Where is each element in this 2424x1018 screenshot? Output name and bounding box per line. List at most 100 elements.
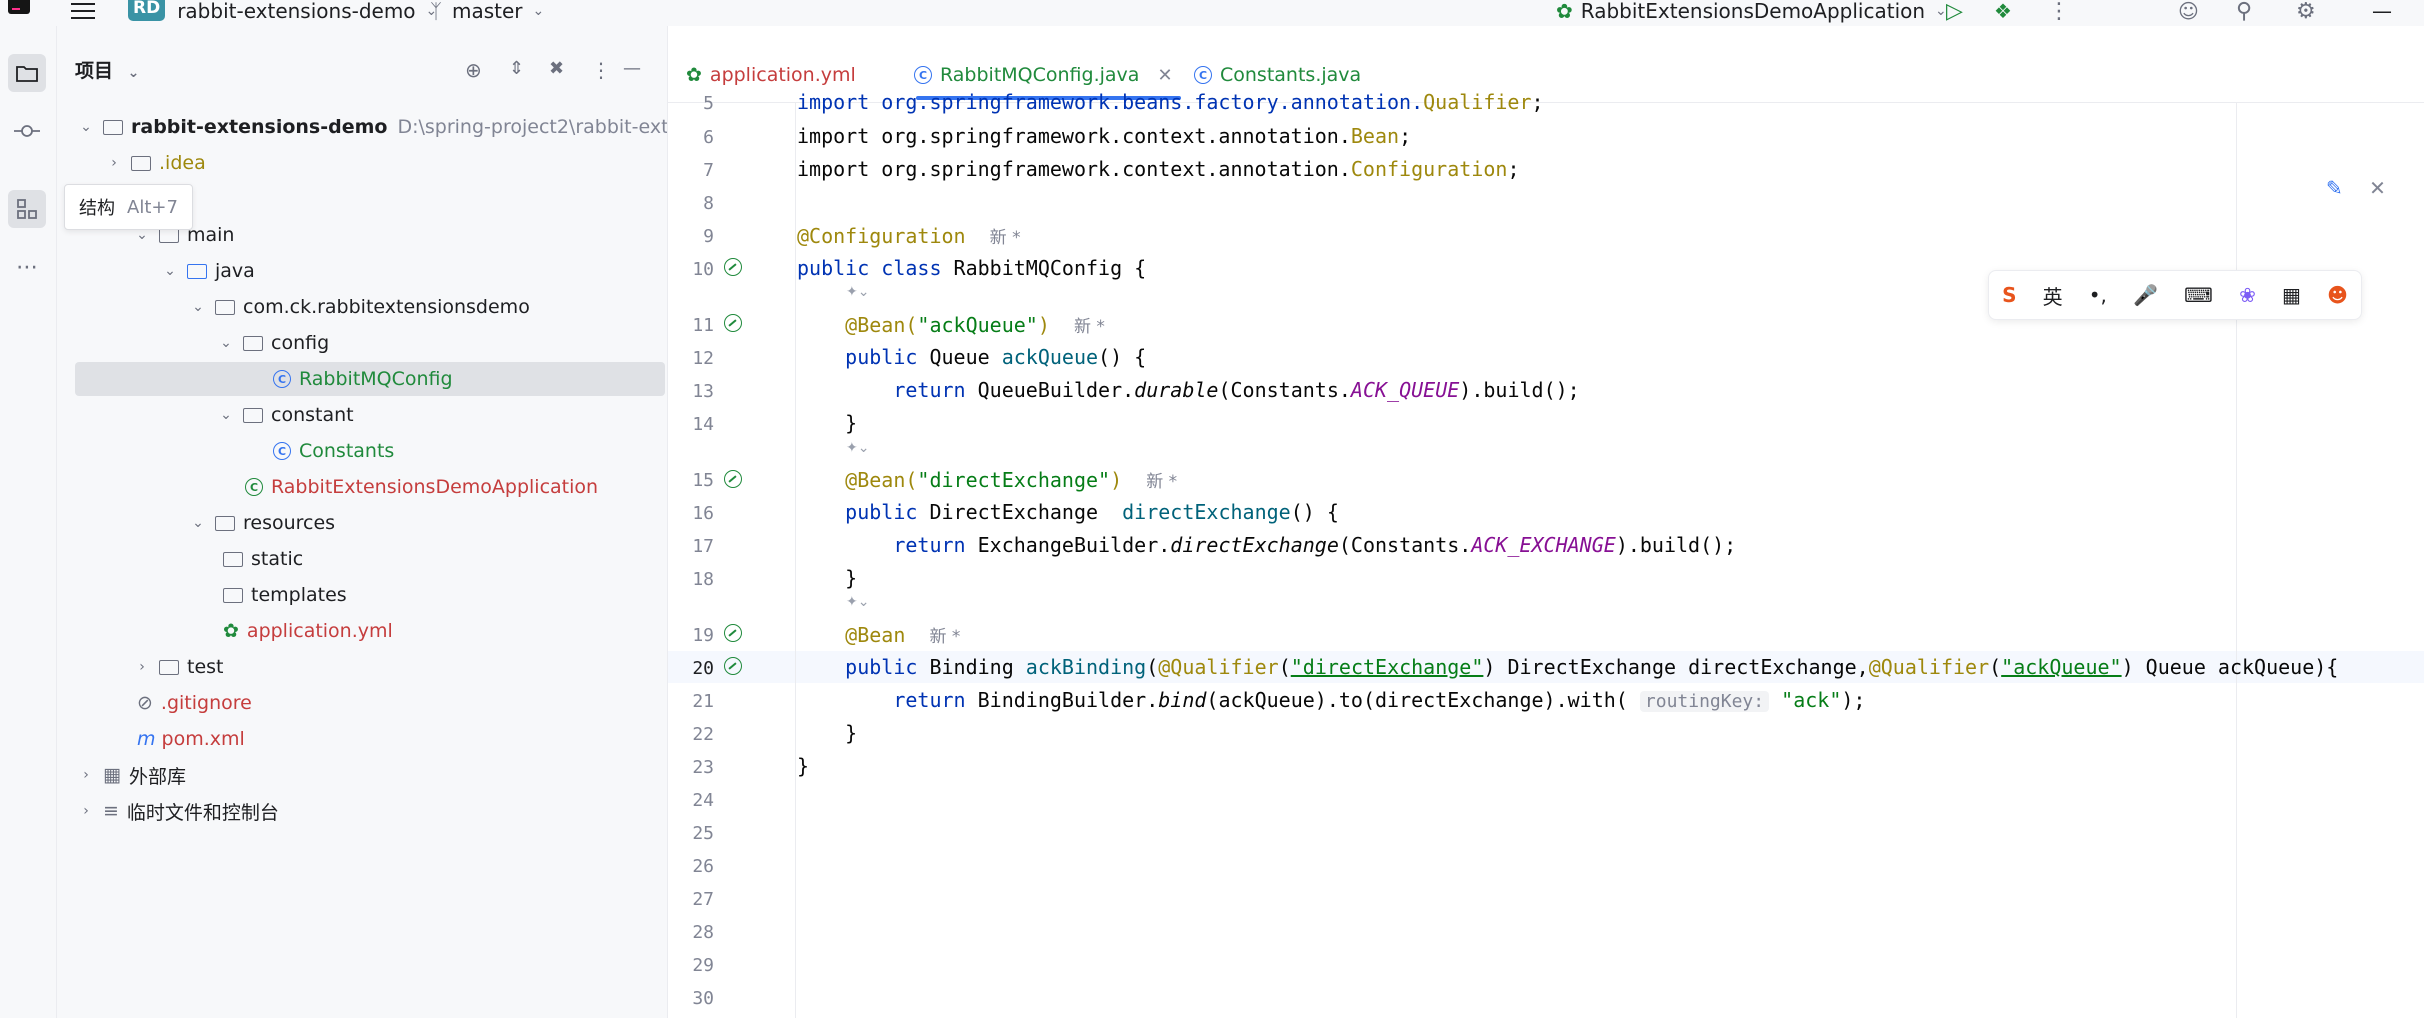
tab-rabbitmqconfig[interactable]: C RabbitMQConfig.java ✕	[914, 60, 1173, 90]
tree-item-gitignore[interactable]: ⊘ .gitignore	[137, 686, 252, 720]
tree-item-pom[interactable]: m pom.xml	[137, 722, 245, 756]
tab-constants[interactable]: C Constants.java	[1194, 60, 1361, 90]
bean-gutter-icon[interactable]	[724, 470, 742, 488]
line-number[interactable]: 28	[668, 922, 714, 943]
microphone-icon[interactable]: 🎤	[2133, 283, 2158, 307]
project-tool-button[interactable]	[8, 54, 46, 92]
ai-hint-icon[interactable]: ✦⌄	[846, 284, 869, 300]
tree-item-resources[interactable]: ⌄ resources	[191, 506, 335, 540]
mascot-icon[interactable]: ☻	[2327, 283, 2348, 307]
line-number[interactable]: 30	[668, 988, 714, 1009]
reader-mode-icon[interactable]: ✎	[2326, 176, 2343, 200]
tree-item-external-libs[interactable]: › ▦ 外部库	[79, 758, 186, 792]
tree-item-templates[interactable]: templates	[223, 578, 347, 612]
chevron-down-icon[interactable]: ⌄	[191, 515, 205, 531]
tree-item-config[interactable]: ⌄ config	[219, 326, 329, 360]
bean-gutter-icon[interactable]	[724, 258, 742, 276]
line-number[interactable]: 26	[668, 856, 714, 877]
line-number[interactable]: 27	[668, 889, 714, 910]
main-menu-icon[interactable]	[70, 0, 96, 22]
hide-panel-icon[interactable]: —	[623, 58, 641, 79]
bean-gutter-icon[interactable]	[724, 624, 742, 642]
chevron-right-icon[interactable]: ›	[135, 659, 149, 675]
line-number[interactable]: 17	[668, 536, 714, 557]
close-icon[interactable]: ✕	[2369, 176, 2386, 200]
add-user-icon[interactable]: ☺	[2178, 0, 2199, 23]
tab-application-yml[interactable]: ✿ application.yml	[686, 60, 856, 90]
tree-item-scratches[interactable]: › ≡ 临时文件和控制台	[79, 794, 279, 828]
minimize-window-icon[interactable]: —	[2372, 0, 2392, 23]
line-number[interactable]: 23	[668, 757, 714, 778]
toolbox-icon[interactable]: ▦	[2282, 283, 2301, 307]
intellij-logo-icon[interactable]	[8, 0, 30, 14]
chevron-down-icon[interactable]: ⌄	[79, 119, 93, 135]
line-number[interactable]: 5	[668, 93, 714, 114]
settings-gear-icon[interactable]: ⚙	[2296, 0, 2316, 24]
tree-item-java[interactable]: ⌄ java	[163, 254, 255, 288]
chevron-down-icon[interactable]: ⌄	[219, 407, 233, 423]
more-tool-windows-icon[interactable]: ⋯	[8, 248, 46, 286]
line-number[interactable]: 22	[668, 724, 714, 745]
tree-item-application-class[interactable]: C RabbitExtensionsDemoApplication	[245, 470, 598, 504]
branch-selector[interactable]: ᛉ master ⌄	[430, 0, 544, 23]
line-number[interactable]: 8	[668, 193, 714, 214]
project-selector[interactable]: RD rabbit-extensions-demo ⌄	[128, 0, 437, 23]
collapse-all-icon[interactable]: ✖	[549, 58, 564, 79]
line-number[interactable]: 13	[668, 381, 714, 402]
tree-item-constants[interactable]: C Constants	[273, 434, 394, 468]
chevron-right-icon[interactable]: ›	[107, 155, 121, 171]
close-tab-icon[interactable]: ✕	[1157, 65, 1172, 86]
chevron-right-icon[interactable]: ›	[79, 767, 93, 783]
project-panel-title[interactable]: 项目 ⌄	[75, 56, 139, 83]
tree-item-package[interactable]: ⌄ com.ck.rabbitextensionsdemo	[191, 290, 530, 324]
expand-all-icon[interactable]: ⇕	[509, 58, 524, 79]
run-icon[interactable]: ▷	[1946, 0, 1963, 24]
line-number[interactable]: 11	[668, 315, 714, 336]
locate-file-icon[interactable]: ⊕	[465, 58, 482, 82]
line-number[interactable]: 10	[668, 259, 714, 280]
line-number[interactable]: 16	[668, 503, 714, 524]
chevron-down-icon[interactable]: ⌄	[219, 335, 233, 351]
chevron-down-icon[interactable]: ⌄	[191, 299, 205, 315]
ai-hint-icon[interactable]: ✦⌄	[846, 594, 869, 610]
keyboard-icon[interactable]: ⌨	[2184, 283, 2213, 307]
run-config-selector[interactable]: ✿ RabbitExtensionsDemoApplication ⌄	[1556, 0, 1947, 23]
chevron-down-icon[interactable]: ⌄	[163, 263, 177, 279]
punctuation-icon[interactable]: •,	[2089, 283, 2107, 307]
options-icon[interactable]: ⋮	[591, 58, 611, 82]
tree-item-static[interactable]: static	[223, 542, 303, 576]
line-number[interactable]: 29	[668, 955, 714, 976]
line-number[interactable]: 15	[668, 470, 714, 491]
line-number[interactable]: 14	[668, 414, 714, 435]
debug-icon[interactable]: ❖	[1994, 0, 2012, 23]
line-number[interactable]: 21	[668, 691, 714, 712]
line-number[interactable]: 7	[668, 160, 714, 181]
ime-language-toggle[interactable]: 英	[2043, 281, 2063, 310]
chevron-right-icon[interactable]: ›	[79, 803, 93, 819]
tree-item-constant[interactable]: ⌄ constant	[219, 398, 353, 432]
tree-item-test[interactable]: › test	[135, 650, 223, 684]
sogou-logo-icon[interactable]: S	[2002, 283, 2016, 307]
line-number[interactable]: 19	[668, 625, 714, 646]
line-number[interactable]: 6	[668, 127, 714, 148]
line-number[interactable]: 9	[668, 226, 714, 247]
line-number[interactable]: 25	[668, 823, 714, 844]
structure-tool-button[interactable]	[8, 190, 46, 228]
line-number[interactable]: 24	[668, 790, 714, 811]
line-number[interactable]: 18	[668, 569, 714, 590]
tab-label: RabbitMQConfig.java	[940, 64, 1140, 86]
skin-icon[interactable]: ❀	[2239, 283, 2256, 307]
line-number[interactable]: 12	[668, 348, 714, 369]
tree-item-idea[interactable]: › .idea	[107, 146, 206, 180]
ai-hint-icon[interactable]: ✦⌄	[846, 440, 869, 456]
tree-item-root[interactable]: ⌄ rabbit-extensions-demo D:\spring-proje…	[79, 110, 667, 144]
tree-item-application-yml[interactable]: ✿ application.yml	[223, 614, 393, 648]
line-number[interactable]: 20	[668, 658, 714, 679]
bean-gutter-icon[interactable]	[724, 314, 742, 332]
tree-item-label: static	[251, 548, 304, 570]
search-icon[interactable]: ⚲	[2236, 0, 2252, 24]
commit-tool-button[interactable]	[8, 112, 46, 150]
more-actions-icon[interactable]: ⋮	[2048, 0, 2070, 24]
tree-item-rabbitmqconfig[interactable]: C RabbitMQConfig	[75, 362, 665, 396]
bean-gutter-icon[interactable]	[724, 657, 742, 675]
